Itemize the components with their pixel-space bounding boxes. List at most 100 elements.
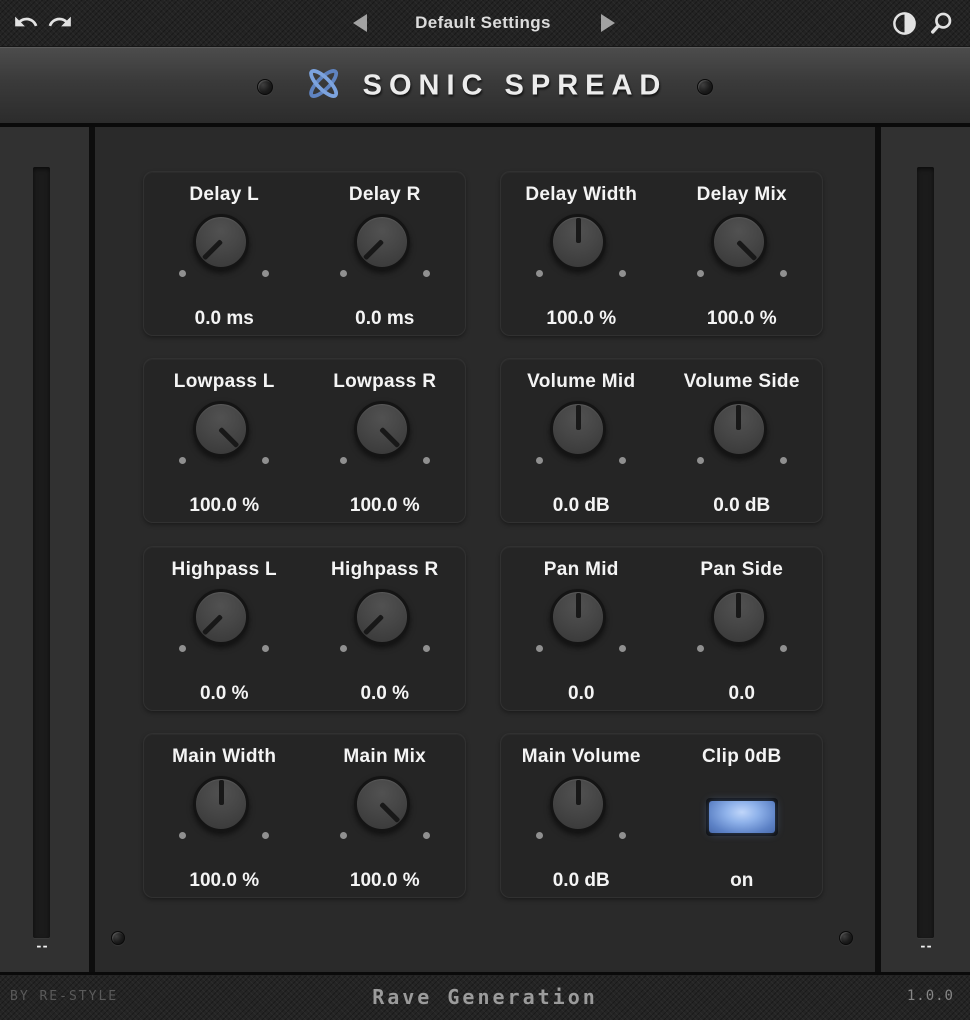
knob-min-dot [179,270,186,277]
controls-area: Delay L 0.0 ms Delay R [95,127,875,972]
knob-min-dot [179,832,186,839]
knob-min-dot [697,270,704,277]
screw-icon [111,931,125,945]
delay-r-knob[interactable] [354,214,410,270]
control-value: 100.0 % [350,870,420,892]
footer-bar: BY RE-STYLE Rave Generation 1.0.0 [0,972,970,1020]
knob-max-dot [423,457,430,464]
pan-side-control: Pan Side 0.0 [662,547,823,710]
panel-volume-mid-side: Volume Mid 0.0 dB Volume Side [500,358,823,523]
contrast-icon[interactable] [891,10,918,37]
delay-l-knob[interactable] [193,214,249,270]
sonic-spread-logo-icon [303,62,345,109]
volume-side-knob[interactable] [711,401,767,457]
left-meter-rail: -- [0,127,89,972]
delay-width-control: Delay Width 100.0 % [501,172,662,335]
plugin-title: SONIC SPREAD [363,69,668,102]
knob-min-dot [536,457,543,464]
pan-mid-control: Pan Mid 0.0 [501,547,662,710]
left-level-meter[interactable] [33,167,50,938]
control-label: Delay R [349,184,421,206]
delay-width-knob[interactable] [550,214,606,270]
control-value: 0.0 [568,683,594,705]
highpass-r-control: Highpass R 0.0 % [305,547,466,710]
knob-min-dot [536,832,543,839]
knob-pointer [736,405,741,430]
credit-text: BY RE-STYLE [10,989,118,1004]
volume-side-control: Volume Side 0.0 dB [662,359,823,522]
control-value: 0.0 % [360,683,409,705]
magnifier-icon[interactable] [928,10,955,37]
control-label: Lowpass L [174,371,275,393]
knob-max-dot [262,270,269,277]
knob-min-dot [340,457,347,464]
lowpass-r-control: Lowpass R 100.0 % [305,359,466,522]
panel-highpass: Highpass L 0.0 % Highpass R [143,546,466,711]
knob-min-dot [179,457,186,464]
knob-min-dot [340,270,347,277]
control-value: 100.0 % [546,308,616,330]
control-value: 0.0 ms [195,308,254,330]
right-level-meter[interactable] [917,167,934,938]
control-value: 100.0 % [189,870,259,892]
preset-name[interactable]: Default Settings [415,13,551,33]
knob-pointer [203,615,224,636]
knob-min-dot [697,645,704,652]
delay-r-control: Delay R 0.0 ms [305,172,466,335]
knob-max-dot [262,832,269,839]
previous-preset-icon[interactable] [353,14,367,32]
pan-side-knob[interactable] [711,589,767,645]
volume-mid-knob[interactable] [550,401,606,457]
lowpass-l-knob[interactable] [193,401,249,457]
knob-min-dot [536,270,543,277]
screw-icon [697,79,713,95]
knob-min-dot [340,645,347,652]
control-value: 0.0 dB [553,870,610,892]
knob-min-dot [536,645,543,652]
main-mix-knob[interactable] [354,776,410,832]
knob-pointer [576,405,581,430]
control-label: Volume Side [684,371,800,393]
knob-max-dot [619,645,626,652]
main-width-control: Main Width 100.0 % [144,734,305,897]
control-value: on [730,870,753,892]
clip-0db-toggle-button[interactable] [706,798,778,836]
main-volume-knob[interactable] [550,776,606,832]
panel-delay-stereo: Delay Width 100.0 % Delay Mix [500,171,823,336]
control-label: Highpass R [331,559,439,581]
knob-max-dot [619,270,626,277]
knob-max-dot [780,457,787,464]
knob-max-dot [619,457,626,464]
delay-mix-control: Delay Mix 100.0 % [662,172,823,335]
knob-pointer [736,240,757,261]
control-label: Main Mix [343,746,426,768]
next-preset-icon[interactable] [601,14,615,32]
main-mix-control: Main Mix 100.0 % [305,734,466,897]
panel-main-stereo: Main Width 100.0 % Main Mix [143,733,466,898]
product-name: Rave Generation [372,985,598,1009]
clip-0db-control: Clip 0dB on [662,734,823,897]
screw-icon [257,79,273,95]
highpass-l-knob[interactable] [193,589,249,645]
control-value: 0.0 dB [553,495,610,517]
delay-mix-knob[interactable] [711,214,767,270]
sonic-spread-plugin-window: Default Settings SONIC SP [0,0,970,1020]
main-width-knob[interactable] [193,776,249,832]
right-meter-readout: -- [917,939,934,953]
knob-pointer [736,593,741,618]
pan-mid-knob[interactable] [550,589,606,645]
control-label: Clip 0dB [702,746,781,768]
knob-pointer [379,802,400,823]
knob-max-dot [619,832,626,839]
control-label: Delay Mix [697,184,787,206]
highpass-l-control: Highpass L 0.0 % [144,547,305,710]
toggle-light-on [709,801,775,833]
volume-mid-control: Volume Mid 0.0 dB [501,359,662,522]
highpass-r-knob[interactable] [354,589,410,645]
undo-icon[interactable] [13,9,39,35]
panel-pan-mid-side: Pan Mid 0.0 Pan Side [500,546,823,711]
redo-icon[interactable] [47,9,73,35]
knob-pointer [363,615,384,636]
main-volume-control: Main Volume 0.0 dB [501,734,662,897]
lowpass-r-knob[interactable] [354,401,410,457]
